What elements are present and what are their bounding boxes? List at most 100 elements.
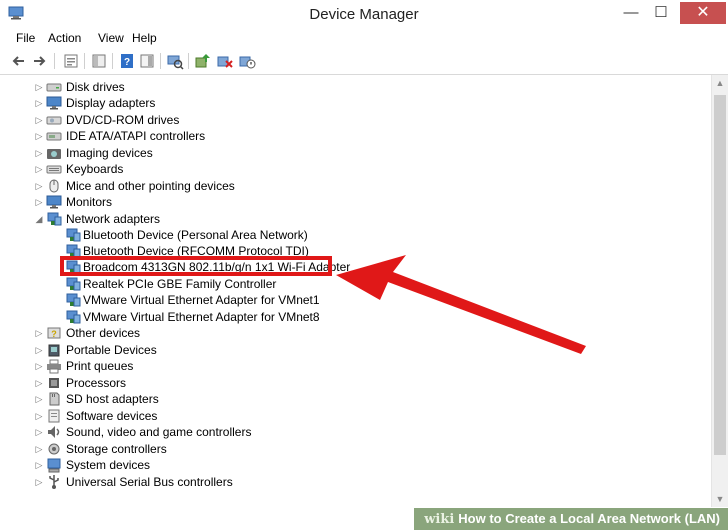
update-driver-icon[interactable] — [194, 52, 212, 70]
title-bar: Device Manager — ☐ ✕ — [0, 0, 728, 29]
expand-arrow-icon[interactable]: ▷ — [34, 131, 44, 141]
article-title: How to Create a Local Area Network (LAN) — [458, 511, 720, 526]
tree-item-portable-devices[interactable]: ▷ Portable Devices — [34, 342, 334, 358]
tree-item-label: Mice and other pointing devices — [66, 179, 235, 193]
scan-hardware-icon[interactable] — [166, 52, 184, 70]
toolbar-separator — [160, 53, 161, 69]
tree-item-label: Portable Devices — [66, 343, 157, 357]
tree-item-realtek-controller[interactable]: Realtek PCIe GBE Family Controller — [65, 276, 365, 292]
sd-card-icon — [49, 392, 60, 406]
tree-item-label: Universal Serial Bus controllers — [66, 475, 233, 489]
tree-item-network-adapters[interactable]: ◢ Network adapters — [34, 211, 334, 227]
expand-arrow-icon[interactable]: ▷ — [34, 115, 44, 125]
scrollbar-thumb[interactable] — [714, 95, 726, 455]
expand-arrow-icon[interactable]: ▷ — [34, 477, 44, 487]
back-icon[interactable] — [10, 52, 28, 70]
tree-item-bluetooth-pan[interactable]: Bluetooth Device (Personal Area Network) — [65, 227, 365, 243]
wikihow-logo: wiki — [424, 512, 455, 527]
uninstall-icon[interactable] — [216, 52, 234, 70]
expand-arrow-icon[interactable]: ▷ — [34, 427, 44, 437]
storage-controller-icon — [48, 443, 60, 455]
tree-item-imaging-devices[interactable]: ▷ Imaging devices — [34, 145, 334, 161]
wikihow-banner: wiki How to Create a Local Area Network (… — [414, 508, 728, 530]
tree-item-processors[interactable]: ▷ Processors — [34, 375, 334, 391]
tree-item-label: Disk drives — [66, 80, 125, 94]
tree-item-sound-video-game[interactable]: ▷ Sound, video and game controllers — [34, 424, 334, 440]
software-device-icon — [48, 409, 60, 423]
tree-item-label: Realtek PCIe GBE Family Controller — [83, 277, 277, 291]
unknown-device-icon: ? — [47, 327, 61, 339]
menu-file[interactable]: File — [16, 31, 35, 45]
collapse-arrow-icon[interactable]: ◢ — [34, 214, 44, 224]
annotation-arrow-icon — [336, 255, 586, 354]
usb-icon — [49, 475, 59, 489]
keyboard-icon — [46, 165, 62, 174]
mouse-icon — [49, 179, 59, 193]
tree-item-disk-drives[interactable]: ▷ Disk drives — [34, 79, 334, 95]
forward-icon[interactable] — [30, 52, 48, 70]
monitor-icon — [46, 195, 62, 209]
tree-item-label: System devices — [66, 458, 151, 472]
expand-arrow-icon[interactable]: ▷ — [34, 148, 44, 158]
expand-arrow-icon[interactable]: ▷ — [34, 98, 44, 108]
network-adapter-icon — [66, 293, 81, 307]
speaker-icon — [48, 426, 60, 438]
expand-arrow-icon[interactable]: ▷ — [34, 82, 44, 92]
expand-arrow-icon[interactable]: ▷ — [34, 378, 44, 388]
expand-arrow-icon[interactable]: ▷ — [34, 197, 44, 207]
toolbar-separator — [112, 53, 113, 69]
menu-view[interactable]: View — [98, 31, 124, 45]
tree-item-usb-controllers[interactable]: ▷ Universal Serial Bus controllers — [34, 474, 334, 490]
network-adapter-icon — [66, 228, 81, 242]
tree-item-display-adapters[interactable]: ▷ Display adapters — [34, 95, 334, 111]
expand-arrow-icon[interactable]: ▷ — [34, 181, 44, 191]
expand-arrow-icon[interactable]: ▷ — [34, 361, 44, 371]
tree-item-software-devices[interactable]: ▷ Software devices — [34, 408, 334, 424]
maximize-button[interactable]: ☐ — [648, 2, 674, 24]
minimize-button[interactable]: — — [618, 2, 644, 24]
expand-arrow-icon[interactable]: ▷ — [34, 460, 44, 470]
tree-item-print-queues[interactable]: ▷ Print queues — [34, 358, 334, 374]
tree-item-storage-controllers[interactable]: ▷ Storage controllers — [34, 441, 334, 457]
tree-item-other-devices[interactable]: ▷ ? Other devices — [34, 325, 334, 341]
tree-item-dvd-cd-rom-drives[interactable]: ▷ DVD/CD-ROM drives — [34, 112, 334, 128]
close-button[interactable]: ✕ — [680, 2, 726, 24]
expand-arrow-icon[interactable]: ▷ — [34, 444, 44, 454]
tree-item-vmware-vmnet1[interactable]: VMware Virtual Ethernet Adapter for VMne… — [65, 292, 365, 308]
scroll-down-icon[interactable]: ▼ — [712, 491, 728, 507]
display-adapter-icon — [46, 96, 62, 110]
tree-item-system-devices[interactable]: ▷ System devices — [34, 457, 334, 473]
tree-item-mice[interactable]: ▷ Mice and other pointing devices — [34, 178, 334, 194]
tree-item-label: Keyboards — [66, 162, 124, 176]
tree-item-label: VMware Virtual Ethernet Adapter for VMne… — [83, 293, 320, 307]
tree-item-keyboards[interactable]: ▷ Keyboards — [34, 161, 334, 177]
tree-item-ide-ata-atapi-controllers[interactable]: ▷ IDE ATA/ATAPI controllers — [34, 128, 334, 144]
expand-arrow-icon[interactable]: ▷ — [34, 394, 44, 404]
tree-item-label: Other devices — [66, 326, 141, 340]
tree-item-vmware-vmnet8[interactable]: VMware Virtual Ethernet Adapter for VMne… — [65, 309, 365, 325]
menu-help[interactable]: Help — [132, 31, 157, 45]
action-pane-icon[interactable] — [138, 52, 156, 70]
properties-icon[interactable] — [62, 52, 80, 70]
tree-item-label: Processors — [66, 376, 127, 390]
expand-arrow-icon[interactable]: ▷ — [34, 164, 44, 174]
menu-action[interactable]: Action — [48, 31, 81, 45]
help-icon[interactable]: ? — [118, 52, 136, 70]
tree-item-label: DVD/CD-ROM drives — [66, 113, 180, 127]
tree-item-label: VMware Virtual Ethernet Adapter for VMne… — [83, 310, 320, 324]
vertical-scrollbar[interactable]: ▲ ▼ — [711, 75, 728, 507]
scroll-up-icon[interactable]: ▲ — [712, 75, 728, 91]
tree-item-monitors[interactable]: ▷ Monitors — [34, 194, 334, 210]
processor-icon — [49, 378, 59, 388]
toolbar-separator — [188, 53, 189, 69]
toolbar: ? — [0, 48, 728, 75]
disable-icon[interactable] — [238, 52, 256, 70]
expand-arrow-icon[interactable]: ▷ — [34, 345, 44, 355]
expand-arrow-icon[interactable]: ▷ — [34, 411, 44, 421]
portable-device-icon — [48, 344, 60, 357]
expand-arrow-icon[interactable]: ▷ — [34, 328, 44, 338]
show-hide-tree-icon[interactable] — [90, 52, 108, 70]
tree-item-sd-host-adapters[interactable]: ▷ SD host adapters — [34, 391, 334, 407]
network-adapter-icon — [66, 310, 81, 324]
tree-item-label: Storage controllers — [66, 442, 167, 456]
